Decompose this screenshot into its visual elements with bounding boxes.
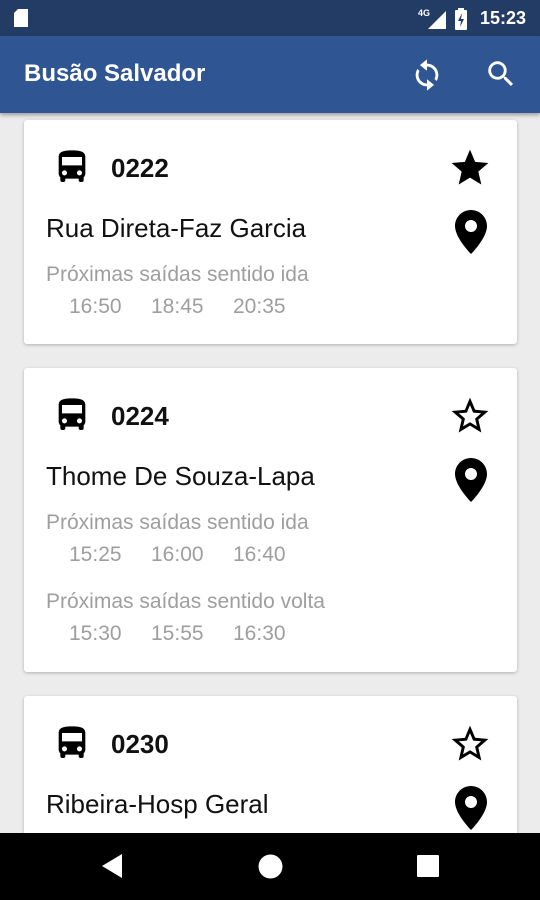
route-number: 0224	[111, 401, 169, 431]
departures-volta-times: 15:30 15:55 16:30	[69, 622, 315, 646]
location-pin-icon[interactable]	[455, 210, 487, 254]
battery-icon	[455, 8, 467, 30]
navigation-bar	[0, 833, 540, 900]
departure-time: 18:45	[151, 295, 204, 318]
search-icon[interactable]	[484, 57, 518, 91]
route-card[interactable]: 0224 Thome De Souza-Lapa Próximas saídas…	[24, 368, 517, 672]
app-title: Busão Salvador	[24, 60, 206, 87]
route-card[interactable]: 0230 Ribeira-Hosp Geral	[24, 696, 517, 833]
departure-time: 20:35	[233, 295, 286, 318]
departures-ida-times: 15:25 16:00 16:40	[69, 543, 315, 567]
departure-time: 15:25	[69, 543, 122, 566]
bus-icon	[58, 726, 86, 758]
back-icon[interactable]	[100, 853, 124, 879]
departures-volta-label: Próximas saídas sentido volta	[46, 590, 325, 613]
status-bar: 4G 15:23	[0, 0, 540, 36]
departure-time: 16:00	[151, 543, 204, 566]
departures-ida-label: Próximas saídas sentido ida	[46, 263, 309, 286]
route-name: Ribeira-Hosp Geral	[46, 789, 269, 819]
departure-time: 16:50	[69, 295, 122, 318]
star-icon[interactable]	[448, 146, 492, 190]
status-time: 15:23	[480, 8, 527, 28]
route-name: Thome De Souza-Lapa	[46, 461, 315, 491]
route-number: 0230	[111, 729, 169, 759]
star-outline-icon[interactable]	[448, 722, 492, 766]
recent-apps-icon[interactable]	[417, 855, 439, 877]
bus-icon	[58, 398, 86, 430]
route-card[interactable]: 0222 Rua Direta-Faz Garcia Próximas saíd…	[24, 120, 517, 344]
route-number: 0222	[111, 153, 169, 183]
location-pin-icon[interactable]	[455, 458, 487, 502]
departures-ida-times: 16:50 18:45 20:35	[69, 295, 315, 319]
departure-time: 16:40	[233, 543, 286, 566]
refresh-icon[interactable]	[410, 58, 444, 92]
departure-time: 15:55	[151, 622, 204, 645]
home-icon[interactable]	[258, 854, 283, 879]
signal-icon: 4G	[418, 8, 446, 29]
departure-time: 15:30	[69, 622, 122, 645]
star-outline-icon[interactable]	[448, 394, 492, 438]
bus-icon	[58, 150, 86, 182]
route-name: Rua Direta-Faz Garcia	[46, 213, 307, 243]
departure-time: 16:30	[233, 622, 286, 645]
svg-text:4G: 4G	[418, 8, 430, 18]
location-pin-icon[interactable]	[455, 786, 487, 830]
route-list[interactable]: 0222 Rua Direta-Faz Garcia Próximas saíd…	[0, 113, 540, 833]
app-bar: Busão Salvador	[0, 36, 540, 113]
sd-card-icon	[14, 9, 28, 27]
departures-ida-label: Próximas saídas sentido ida	[46, 511, 309, 534]
